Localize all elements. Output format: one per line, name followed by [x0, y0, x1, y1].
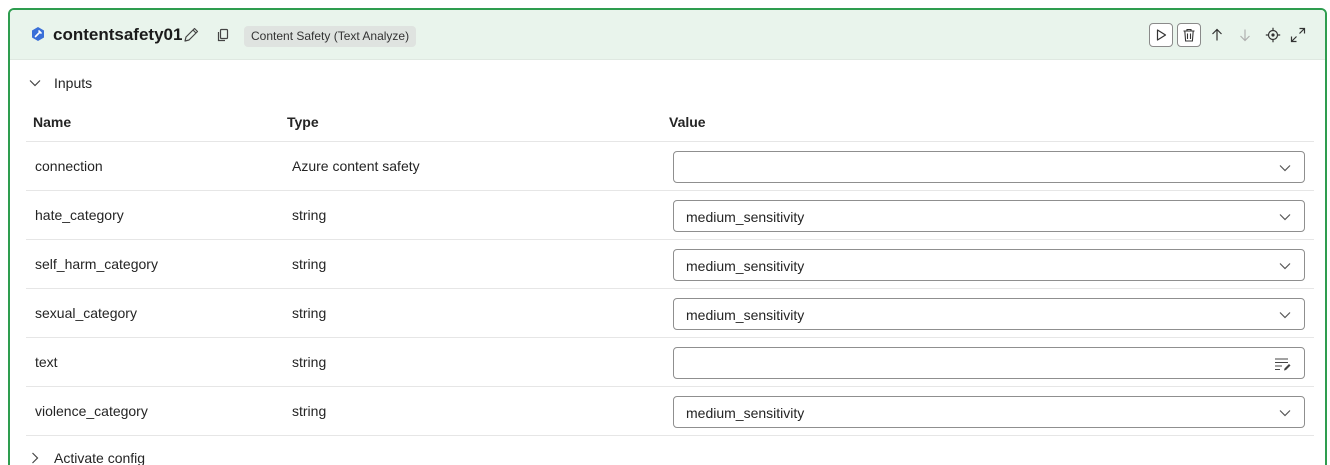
- table-row: text string: [26, 338, 1314, 387]
- connection-dropdown[interactable]: [673, 151, 1305, 183]
- dropdown-value: medium_sensitivity: [686, 258, 805, 274]
- copy-icon[interactable]: [216, 26, 232, 44]
- input-type: string: [292, 305, 327, 321]
- dropdown-value: medium_sensitivity: [686, 209, 805, 225]
- inputs-table: Name Type Value connection Azure content…: [26, 104, 1314, 436]
- chevron-down-icon: [1279, 165, 1291, 172]
- self-harm-category-dropdown[interactable]: medium_sensitivity: [673, 249, 1305, 281]
- sexual-category-dropdown[interactable]: medium_sensitivity: [673, 298, 1305, 330]
- chevron-down-icon: [29, 80, 41, 87]
- input-name: text: [35, 354, 58, 370]
- inputs-section-toggle[interactable]: Inputs: [28, 72, 92, 94]
- text-input-field[interactable]: [673, 347, 1305, 379]
- input-type: string: [292, 403, 327, 419]
- node-card: contentsafety01 Content Safety (Text Ana…: [8, 8, 1327, 465]
- input-name: self_harm_category: [35, 256, 158, 272]
- input-name: sexual_category: [35, 305, 137, 321]
- hate-category-dropdown[interactable]: medium_sensitivity: [673, 200, 1305, 232]
- column-header-name: Name: [33, 114, 72, 130]
- table-row: violence_category string medium_sensitiv…: [26, 387, 1314, 436]
- node-title: contentsafety01: [53, 25, 183, 44]
- move-up-icon: [1212, 28, 1222, 41]
- move-up-button[interactable]: [1205, 23, 1229, 47]
- table-row: hate_category string medium_sensitivity: [26, 191, 1314, 240]
- input-type: string: [292, 256, 327, 272]
- delete-button[interactable]: [1177, 23, 1201, 47]
- locate-button[interactable]: [1261, 23, 1285, 47]
- node-header: contentsafety01 Content Safety (Text Ana…: [10, 10, 1325, 60]
- activate-config-toggle[interactable]: Activate config: [28, 447, 145, 465]
- expand-icon: [1290, 27, 1306, 43]
- edit-text-icon[interactable]: [1274, 356, 1292, 372]
- expand-button[interactable]: [1286, 23, 1310, 47]
- input-type: string: [292, 207, 327, 223]
- dropdown-value: medium_sensitivity: [686, 405, 805, 421]
- input-name: violence_category: [35, 403, 148, 419]
- chevron-down-icon: [1279, 214, 1291, 221]
- move-down-icon: [1240, 29, 1250, 42]
- chevron-down-icon: [1279, 410, 1291, 417]
- dropdown-value: medium_sensitivity: [686, 307, 805, 323]
- activate-config-label: Activate config: [54, 450, 146, 465]
- input-type: Azure content safety: [292, 158, 420, 174]
- table-row: connection Azure content safety: [26, 142, 1314, 191]
- edit-pencil-icon[interactable]: [182, 26, 200, 44]
- node-type-badge: Content Safety (Text Analyze): [244, 26, 417, 47]
- move-down-button[interactable]: [1233, 23, 1257, 47]
- tool-icon: [32, 27, 44, 41]
- inputs-section-label: Inputs: [54, 75, 93, 91]
- table-row: sexual_category string medium_sensitivit…: [26, 289, 1314, 338]
- input-name: hate_category: [35, 207, 124, 223]
- table-header: Name Type Value: [26, 104, 1314, 142]
- chevron-down-icon: [1279, 263, 1291, 270]
- run-icon: [1156, 29, 1167, 41]
- chevron-down-icon: [1279, 312, 1291, 319]
- locate-icon: [1265, 27, 1281, 43]
- chevron-right-icon: [32, 452, 39, 464]
- delete-icon: [1183, 28, 1195, 42]
- column-header-value: Value: [669, 114, 706, 130]
- violence-category-dropdown[interactable]: medium_sensitivity: [673, 396, 1305, 428]
- input-name: connection: [35, 158, 103, 174]
- table-row: self_harm_category string medium_sensiti…: [26, 240, 1314, 289]
- input-type: string: [292, 354, 327, 370]
- run-button[interactable]: [1149, 23, 1173, 47]
- column-header-type: Type: [287, 114, 319, 130]
